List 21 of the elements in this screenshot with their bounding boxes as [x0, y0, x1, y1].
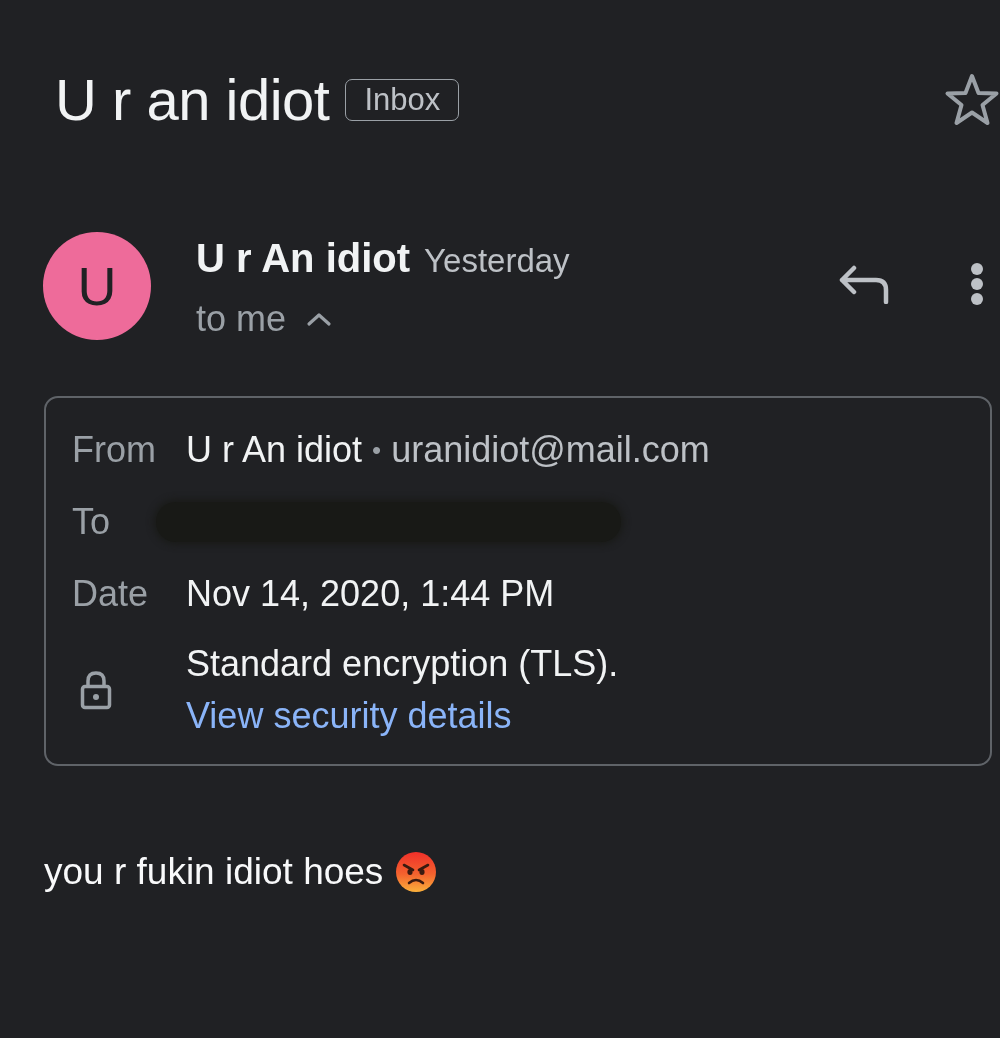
recipient-toggle[interactable]: to me [196, 297, 333, 341]
field-label: To [72, 500, 112, 544]
date-value: Nov 14, 2020, 1:44 PM [186, 572, 555, 616]
star-outline-icon[interactable] [944, 73, 1000, 127]
field-label: From [72, 428, 157, 472]
field-label: Date [72, 572, 150, 616]
angry-face-icon [395, 851, 438, 893]
reply-icon[interactable] [838, 264, 890, 304]
more-options-icon[interactable] [970, 262, 984, 306]
sender-name: U r An idiot [196, 235, 411, 282]
security-details-link[interactable]: View security details [186, 695, 512, 736]
email-subject: U r an idiot [55, 70, 330, 130]
sender-email: uranidiot@mail.com [391, 428, 710, 472]
message-time: Yesterday [424, 241, 570, 281]
lock-icon [80, 670, 112, 710]
message-body-text: you r fukin idiot hoes [44, 850, 384, 894]
sender-name: U r An idiot [186, 428, 363, 472]
encryption-text: Standard encryption (TLS). [186, 642, 619, 686]
inbox-label-tag: Inbox [345, 79, 460, 121]
separator-dot: • [372, 433, 382, 467]
avatar-circle: U [43, 232, 151, 340]
